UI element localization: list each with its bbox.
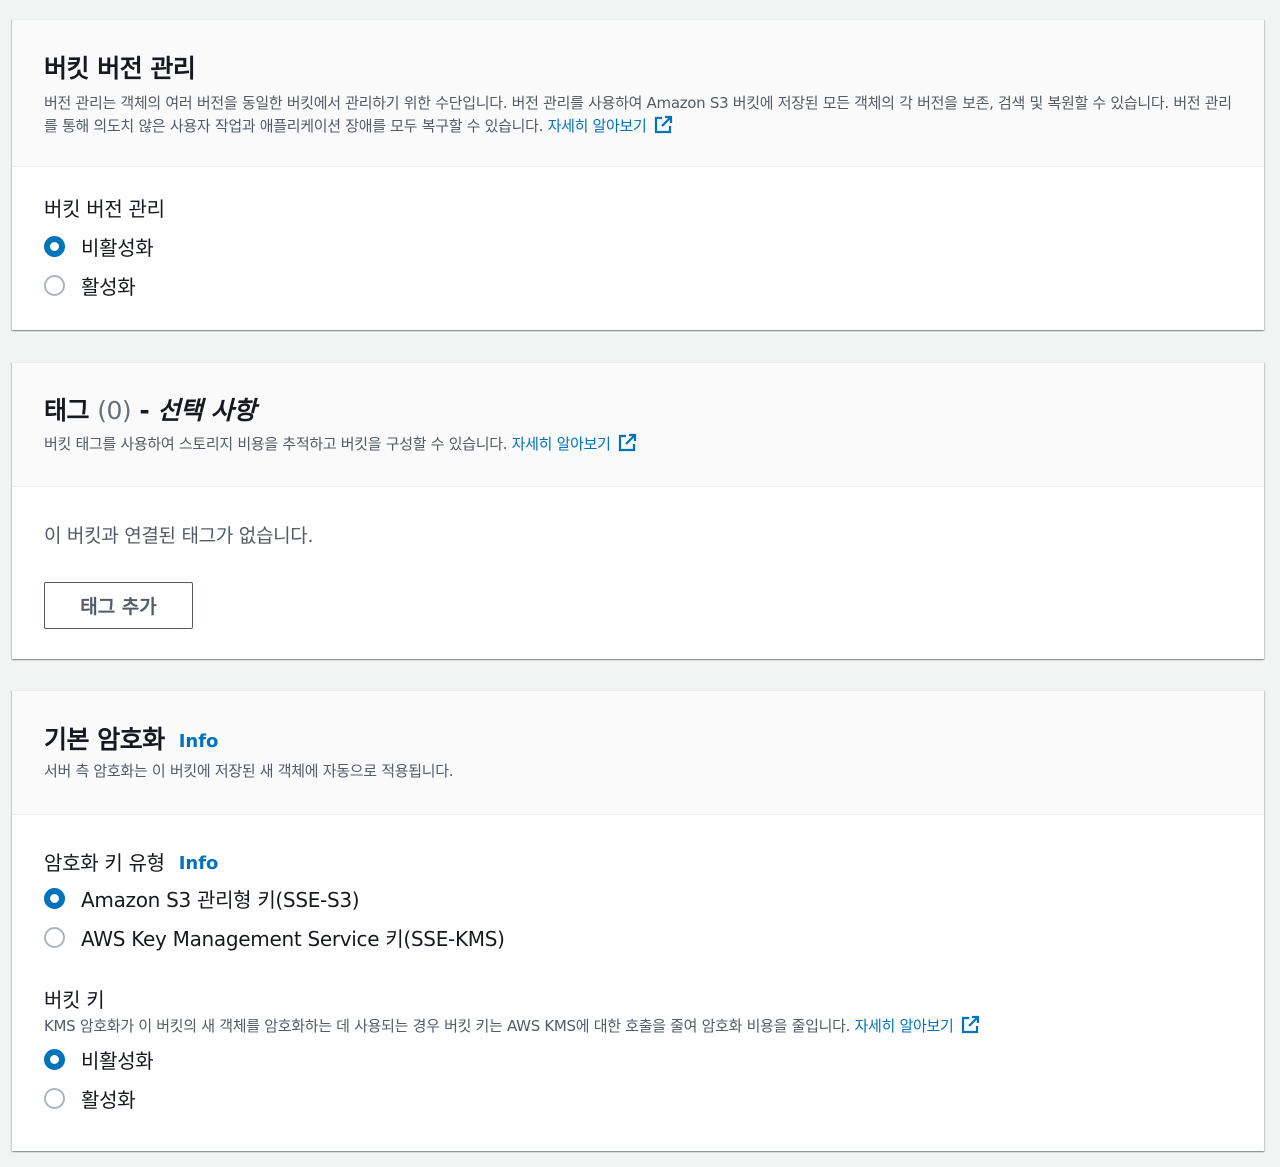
radio-checked-icon[interactable]: [44, 1049, 65, 1070]
versioning-option-disable[interactable]: 비활성화: [44, 227, 1232, 266]
encryption-title: 기본 암호화 Info: [44, 720, 1232, 756]
versioning-title: 버킷 버전 관리: [44, 54, 196, 83]
tags-panel: 태그 (0) - 선택 사항 버킷 태그를 사용하여 스토리지 비용을 추적하고…: [12, 362, 1264, 659]
versioning-header: 버킷 버전 관리 버전 관리는 객체의 여러 버전을 동일한 버킷에서 관리하기…: [12, 20, 1264, 167]
versioning-option-disable-label: 비활성화: [81, 236, 154, 260]
versioning-body: 버킷 버전 관리 비활성화 활성화: [12, 167, 1264, 305]
key-type-label-text: 암호화 키 유형: [44, 851, 165, 875]
bucket-key-description-text: KMS 암호화가 이 버킷의 새 객체를 암호화하는 데 사용되는 경우 버킷 …: [44, 1017, 851, 1035]
encryption-info-link[interactable]: Info: [179, 731, 219, 752]
tags-optional: 선택 사항: [157, 396, 256, 425]
radio-unchecked-icon[interactable]: [44, 275, 65, 296]
key-type-info-link[interactable]: Info: [179, 853, 219, 874]
versioning-field-label: 버킷 버전 관리: [44, 197, 165, 221]
tags-learn-more-label: 자세히 알아보기: [511, 435, 611, 453]
tags-title: 태그 (0) - 선택 사항: [44, 391, 1232, 427]
tags-description-text: 버킷 태그를 사용하여 스토리지 비용을 추적하고 버킷을 구성할 수 있습니다…: [44, 435, 508, 453]
bucket-key-learn-more-link[interactable]: 자세히 알아보기: [854, 1015, 980, 1035]
radio-checked-icon[interactable]: [44, 236, 65, 257]
encryption-header: 기본 암호화 Info 서버 측 암호화는 이 버킷에 저장된 새 객체에 자동으…: [12, 691, 1264, 815]
tags-title-text: 태그: [44, 396, 90, 425]
add-tag-button[interactable]: 태그 추가: [44, 582, 193, 629]
encryption-description: 서버 측 암호화는 이 버킷에 저장된 새 객체에 자동으로 적용됩니다.: [44, 762, 454, 780]
versioning-option-enable[interactable]: 활성화: [44, 266, 1232, 305]
bucket-key-learn-more-label: 자세히 알아보기: [854, 1017, 954, 1035]
tags-learn-more-link[interactable]: 자세히 알아보기: [511, 433, 637, 453]
versioning-description: 버전 관리는 객체의 여러 버전을 동일한 버킷에서 관리하기 위한 수단입니다…: [44, 92, 1244, 138]
versioning-panel: 버킷 버전 관리 버전 관리는 객체의 여러 버전을 동일한 버킷에서 관리하기…: [12, 19, 1264, 330]
tags-empty-text: 이 버킷과 연결된 태그가 없습니다.: [44, 525, 314, 547]
bucket-key-description: KMS 암호화가 이 버킷의 새 객체를 암호화하는 데 사용되는 경우 버킷 …: [44, 1015, 1232, 1038]
external-link-icon: [618, 433, 636, 452]
versioning-option-enable-label: 활성화: [81, 275, 136, 299]
encryption-title-text: 기본 암호화: [44, 725, 165, 754]
encryption-body: 암호화 키 유형 Info Amazon S3 관리형 키(SSE-S3) AWS…: [12, 815, 1264, 1118]
key-type-label: 암호화 키 유형 Info: [44, 847, 1232, 876]
key-type-option-sse-kms-label: AWS Key Management Service 키(SSE-KMS): [81, 927, 505, 951]
key-type-option-sse-s3-label: Amazon S3 관리형 키(SSE-S3): [81, 888, 360, 912]
versioning-learn-more-label: 자세히 알아보기: [547, 117, 647, 135]
radio-unchecked-icon[interactable]: [44, 927, 65, 948]
versioning-learn-more-link[interactable]: 자세히 알아보기: [547, 115, 673, 135]
key-type-option-sse-kms[interactable]: AWS Key Management Service 키(SSE-KMS): [44, 918, 1232, 957]
encryption-panel: 기본 암호화 Info 서버 측 암호화는 이 버킷에 저장된 새 객체에 자동으…: [12, 690, 1264, 1151]
tags-header: 태그 (0) - 선택 사항 버킷 태그를 사용하여 스토리지 비용을 추적하고…: [12, 363, 1264, 487]
tags-body: 이 버킷과 연결된 태그가 없습니다. 태그 추가: [12, 487, 1264, 629]
radio-unchecked-icon[interactable]: [44, 1088, 65, 1109]
tags-separator: -: [139, 396, 150, 425]
radio-checked-icon[interactable]: [44, 888, 65, 909]
external-link-icon: [654, 115, 672, 134]
tags-count: (0): [97, 396, 132, 425]
bucket-key-option-disable-label: 비활성화: [81, 1049, 154, 1073]
key-type-option-sse-s3[interactable]: Amazon S3 관리형 키(SSE-S3): [44, 879, 1232, 918]
bucket-key-option-enable-label: 활성화: [81, 1088, 136, 1112]
bucket-key-label: 버킷 키: [44, 988, 105, 1012]
bucket-key-option-enable[interactable]: 활성화: [44, 1079, 1232, 1118]
tags-description: 버킷 태그를 사용하여 스토리지 비용을 추적하고 버킷을 구성할 수 있습니다…: [44, 433, 1232, 456]
bucket-key-option-disable[interactable]: 비활성화: [44, 1040, 1232, 1079]
external-link-icon: [961, 1015, 979, 1034]
